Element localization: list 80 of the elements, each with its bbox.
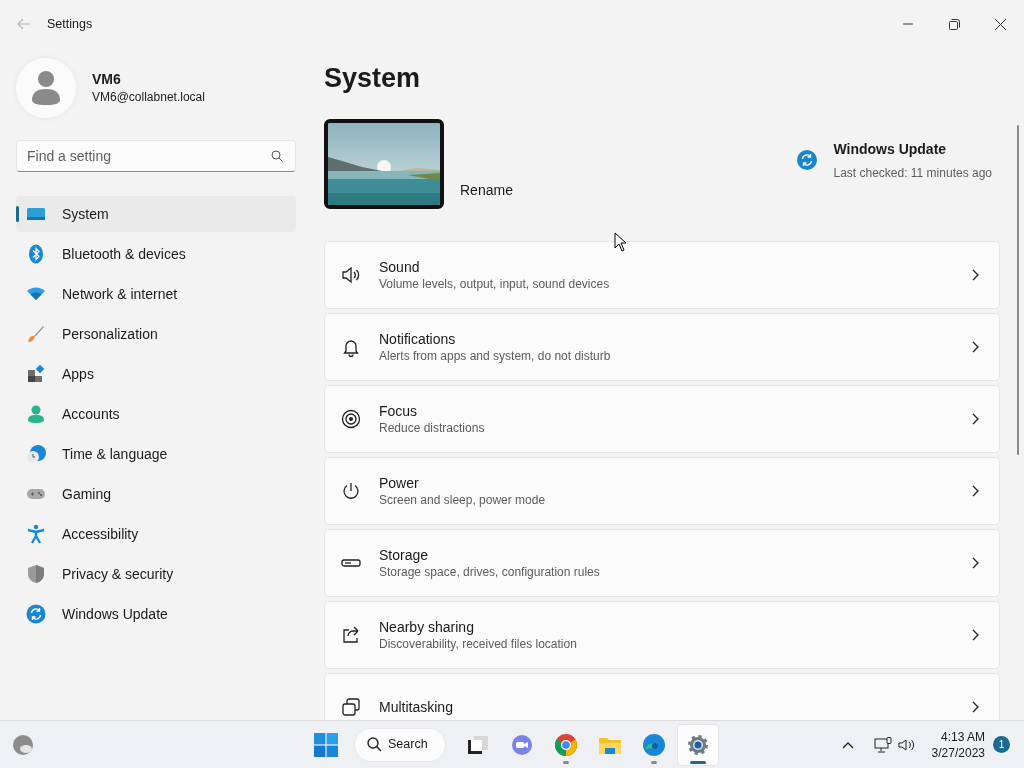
- sidebar-item[interactable]: Time & language: [16, 436, 296, 472]
- sidebar-item[interactable]: Windows Update: [16, 596, 296, 632]
- chevron-right-icon: [972, 629, 979, 641]
- sidebar-item[interactable]: Gaming: [16, 476, 296, 512]
- sidebar-item[interactable]: Personalization: [16, 316, 296, 352]
- update-title: Windows Update: [833, 139, 948, 159]
- weather-icon[interactable]: [12, 733, 34, 756]
- restore-icon: [948, 18, 960, 30]
- clock[interactable]: 4:13 AM 3/27/2023: [931, 728, 985, 761]
- sidebar-item[interactable]: Accessibility: [16, 516, 296, 552]
- update-status: Last checked: 11 minutes ago: [833, 164, 992, 182]
- card-title: Sound: [379, 258, 421, 276]
- gear-taskbar-button[interactable]: [678, 724, 718, 765]
- power-icon: [341, 481, 361, 501]
- sidebar-item[interactable]: Apps: [16, 356, 296, 392]
- card-title: Focus: [379, 402, 419, 420]
- edge-icon: [642, 732, 666, 757]
- sidebar-item[interactable]: Accounts: [16, 396, 296, 432]
- chevron-right-icon: [972, 557, 979, 569]
- sync-icon: [797, 150, 818, 170]
- person-icon: [26, 404, 46, 424]
- apps-icon: [26, 364, 46, 384]
- user-email: VM6@collabnet.local: [92, 89, 205, 106]
- search-icon: [271, 150, 283, 162]
- windows-icon: [341, 697, 361, 717]
- search-icon: [367, 737, 382, 752]
- chevron-right-icon: [972, 413, 979, 425]
- volume-icon[interactable]: [897, 737, 916, 752]
- card-title: Nearby sharing: [379, 618, 475, 636]
- card-description: Screen and sleep, power mode: [379, 492, 547, 508]
- sidebar-item[interactable]: Privacy & security: [16, 556, 296, 592]
- chrome-icon: [554, 732, 578, 757]
- notification-badge[interactable]: 1: [993, 736, 1010, 753]
- card-title: Notifications: [379, 330, 457, 348]
- settings-card[interactable]: Multitasking: [324, 673, 1000, 720]
- globe-clock-icon: [26, 444, 46, 464]
- settings-card[interactable]: Nearby sharing Discoverability, received files location: [324, 601, 1000, 669]
- bluetooth-icon: [26, 244, 46, 264]
- scroll-thumb[interactable]: [1017, 125, 1019, 455]
- gear-icon: [686, 732, 710, 757]
- page-title: System: [324, 62, 422, 95]
- close-icon: [994, 18, 1006, 30]
- settings-card[interactable]: Notifications Alerts from apps and system, do not disturb: [324, 313, 1000, 381]
- card-description: Discoverability, received files location: [379, 636, 578, 652]
- chevron-right-icon: [972, 269, 979, 281]
- settings-card[interactable]: Sound Volume levels, output, input, sound devices: [324, 241, 1000, 309]
- focus-icon: [341, 409, 361, 429]
- chevron-up-icon[interactable]: [841, 740, 854, 749]
- settings-card[interactable]: Power Screen and sleep, power mode: [324, 457, 1000, 525]
- mouse-cursor: [614, 232, 627, 252]
- card-title: Power: [379, 474, 420, 492]
- sidebar-item[interactable]: System: [16, 196, 296, 232]
- sync-icon: [26, 604, 46, 624]
- settings-card[interactable]: Focus Reduce distractions: [324, 385, 1000, 453]
- sidebar-item[interactable]: Network & internet: [16, 276, 296, 312]
- accessibility-icon: [26, 524, 46, 544]
- shield-icon: [26, 564, 46, 584]
- user-name: VM6: [92, 70, 122, 88]
- card-description: Volume levels, output, input, sound devices: [379, 276, 611, 292]
- card-description: Storage space, drives, configuration rules: [379, 564, 601, 580]
- start-icon: [314, 732, 338, 757]
- chevron-right-icon: [972, 701, 979, 713]
- rename-link[interactable]: Rename: [460, 180, 513, 201]
- card-title: Storage: [379, 546, 430, 564]
- card-description: Alerts from apps and system, do not disturb: [379, 348, 612, 364]
- paintbrush-icon: [26, 324, 46, 344]
- card-title: Multitasking: [379, 698, 454, 716]
- chat-icon: [510, 732, 534, 757]
- taskbar-search[interactable]: Search: [354, 727, 446, 762]
- search-field[interactable]: Find a setting: [16, 140, 296, 172]
- sidebar-item[interactable]: Bluetooth & devices: [16, 236, 296, 272]
- share-icon: [341, 625, 361, 645]
- speaker-icon: [341, 265, 361, 285]
- chevron-right-icon: [972, 341, 979, 353]
- card-description: Reduce distractions: [379, 420, 486, 436]
- chevron-right-icon: [972, 485, 979, 497]
- bell-icon: [341, 337, 361, 357]
- network-icon[interactable]: [873, 736, 892, 753]
- window-title: Settings: [47, 15, 93, 33]
- settings-card[interactable]: Storage Storage space, drives, configuration rules: [324, 529, 1000, 597]
